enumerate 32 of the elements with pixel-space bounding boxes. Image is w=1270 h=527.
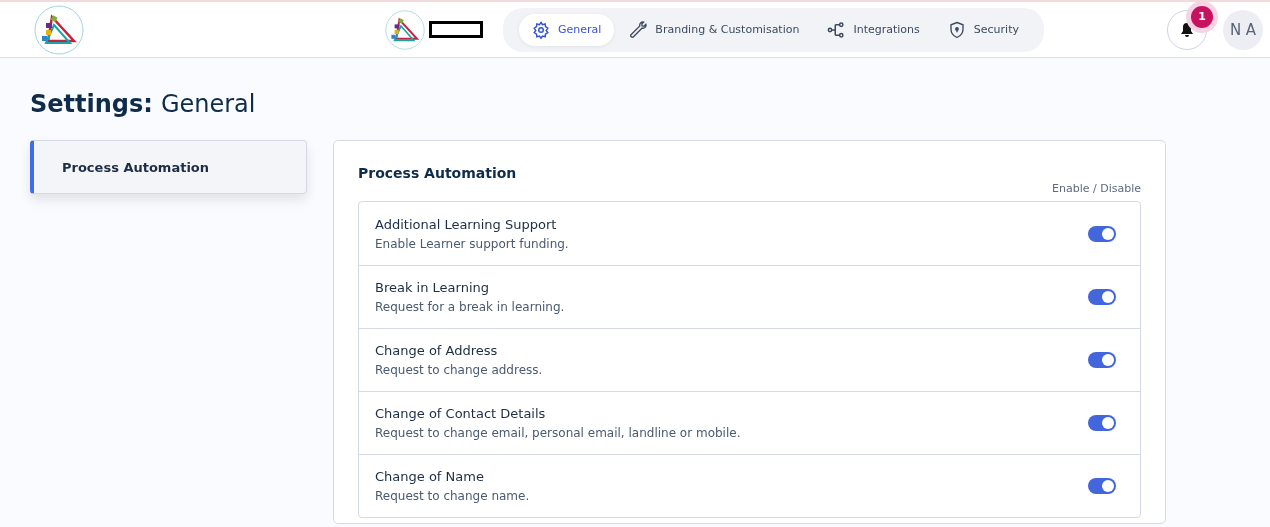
setting-name: Break in Learning: [375, 280, 491, 295]
nav-tab[interactable]: Integrations: [814, 13, 933, 46]
redacted-block: [429, 21, 483, 38]
setting-description: Request to change name.: [375, 489, 531, 503]
panel-title: Process Automation: [358, 165, 518, 181]
setting-name: Change of Contact Details: [375, 406, 547, 421]
setting-description: Request to change address.: [375, 363, 544, 377]
column-label: Enable / Disable: [1051, 182, 1141, 195]
sidebar-item[interactable]: Process Automation: [30, 140, 307, 194]
nodes-icon: [827, 20, 846, 39]
nav-tab[interactable]: General: [519, 13, 615, 46]
toggle-switch[interactable]: [1088, 478, 1116, 494]
toggle-switch[interactable]: [1088, 415, 1116, 431]
wrench-icon: [629, 20, 648, 39]
avatar[interactable]: N A: [1223, 9, 1263, 50]
nav-tab[interactable]: Branding & Customisation: [616, 13, 813, 46]
setting-name: Change of Address: [375, 343, 499, 358]
toggle-switch[interactable]: [1088, 352, 1116, 368]
setting-description: Enable Learner support funding.: [375, 236, 570, 251]
page-title-prefix: Settings:: [30, 89, 153, 120]
toggle-switch[interactable]: [1088, 225, 1116, 242]
page-title: General: [160, 89, 256, 120]
setting-name: Change of Name: [375, 469, 485, 484]
setting-name: Additional Learning Support: [375, 216, 558, 232]
nav-tab[interactable]: Security: [934, 13, 1032, 46]
toggle-switch[interactable]: [1088, 289, 1116, 305]
gear-icon: [532, 20, 550, 39]
setting-description: Request for a break in learning.: [375, 300, 566, 314]
setting-description: Request to change email, personal email, landline or mobile.: [375, 426, 742, 440]
organisation-logo: [385, 9, 425, 50]
shield-icon: [947, 20, 966, 39]
logo[interactable]: [34, 4, 84, 55]
